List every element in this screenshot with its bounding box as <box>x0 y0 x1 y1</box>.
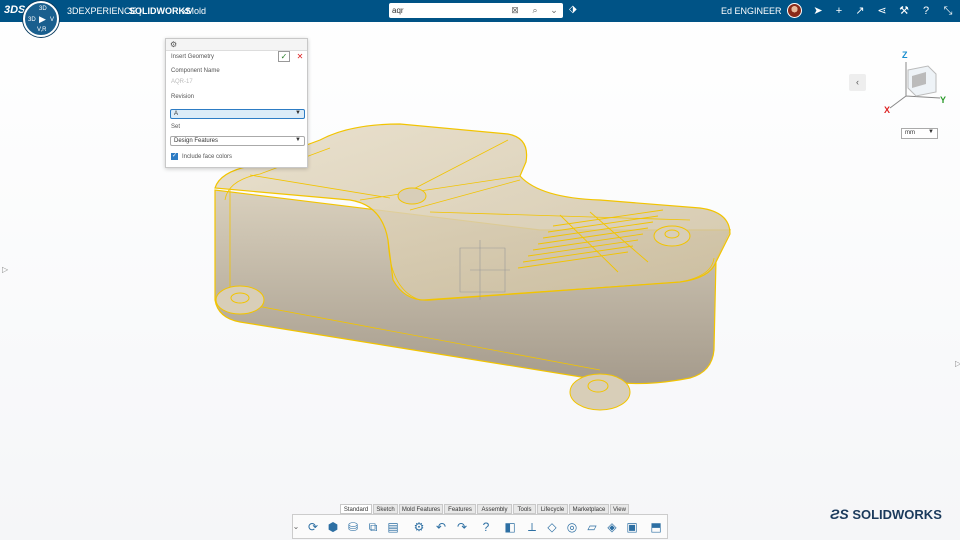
caret-down-icon: ▼ <box>295 137 301 143</box>
axis-y-label: Y <box>940 95 946 105</box>
view-cube[interactable]: Z X Y <box>880 48 950 118</box>
app-name: xMold <box>182 6 207 16</box>
solidworks-logo-text: SOLIDWORKS <box>852 507 942 522</box>
set-value: Design Features <box>174 138 219 144</box>
command-toolbar: ⌄ ⟳ ⬢ ⛁ ⧉ ▤ ⚙ ↶ ↷ ? ◧ ⟂ ◇ ◎ ▱ ◈ ▣ ⬒ <box>292 514 668 539</box>
tools-icon[interactable]: ⚒ <box>896 3 912 19</box>
tab-lifecycle[interactable]: Lifecycle <box>537 504 568 514</box>
share-arrow-icon[interactable]: ↗ <box>852 3 868 19</box>
shut-off-icon[interactable]: ◎ <box>563 518 581 536</box>
ok-button[interactable]: ✓ <box>278 51 290 62</box>
tab-standard[interactable]: Standard <box>340 504 372 514</box>
component-name-field[interactable]: AQR-17 <box>171 79 193 85</box>
axis-z-label: Z <box>902 50 908 60</box>
revision-label: Revision <box>171 94 195 100</box>
compass-arrow-icon[interactable]: ➤ <box>810 3 826 19</box>
mouse-cursor-icon: ▷ <box>955 359 960 368</box>
set-label: Set <box>171 124 181 130</box>
assembly-icon[interactable]: ⧉ <box>364 518 382 536</box>
search-box: ⊠ ⌕ ⌄ <box>389 3 563 18</box>
compass-left: 3D <box>28 17 36 23</box>
tab-tools[interactable]: Tools <box>513 504 536 514</box>
help-icon[interactable]: ? <box>477 518 495 536</box>
panel-icon: ⚙ <box>170 40 178 49</box>
clear-icon[interactable]: ⊠ <box>509 4 521 17</box>
options-icon[interactable]: ▤ <box>384 518 402 536</box>
collapse-icon[interactable]: ⤡ <box>940 3 956 19</box>
tab-sketch[interactable]: Sketch <box>373 504 398 514</box>
compass-top: 3D <box>39 6 47 12</box>
compass-bottom: V,R <box>37 27 47 33</box>
core-icon[interactable]: ▱ <box>583 518 601 536</box>
redo-icon[interactable]: ↷ <box>453 518 471 536</box>
undo-icon[interactable]: ↶ <box>432 518 450 536</box>
cancel-button[interactable]: ✕ <box>295 51 305 62</box>
ds-mark: ƧS <box>830 506 849 522</box>
solidworks-logo: ƧS SOLIDWORKS <box>830 506 942 522</box>
mold-part-model[interactable] <box>0 38 960 498</box>
tab-assembly[interactable]: Assembly <box>477 504 512 514</box>
caret-down-icon: ▼ <box>295 110 301 116</box>
user-name[interactable]: Ed ENGINEER <box>721 6 782 16</box>
play-icon[interactable]: ▶ <box>39 15 46 24</box>
settings-icon[interactable]: ⚙ <box>410 518 428 536</box>
rebuild-icon[interactable]: ⟳ <box>304 518 322 536</box>
top-bar: 3DS 3DEXPERIENCE | SOLIDWORKS xMold ⊠ ⌕ … <box>0 0 960 22</box>
tooling-icon[interactable]: ⬒ <box>647 518 665 536</box>
chevron-down-icon[interactable]: ⌄ <box>548 4 560 17</box>
insert-geometry-panel: ⚙ Insert Geometry ✓ ✕ Component Name AQR… <box>165 38 308 168</box>
units-select[interactable]: mm ▼ <box>901 128 938 139</box>
help-icon[interactable]: ? <box>918 3 934 19</box>
caret-down-icon: ▼ <box>928 129 934 135</box>
expand-left-icon[interactable]: ▷ <box>2 265 8 274</box>
3d-viewport[interactable] <box>0 38 960 498</box>
mold-box-icon[interactable]: ▣ <box>623 518 641 536</box>
panel-header: ⚙ <box>166 39 307 51</box>
toolbar-menu-icon[interactable]: ⌄ <box>292 518 300 536</box>
include-face-colors-label: Include face colors <box>182 154 233 160</box>
cavity-icon[interactable]: ◈ <box>603 518 621 536</box>
set-select[interactable]: Design Features ▼ <box>170 136 305 146</box>
compass-widget[interactable]: 3D 3D ▶ V V,R <box>23 1 59 37</box>
tab-marketplace[interactable]: Marketplace <box>569 504 609 514</box>
parting-line-icon[interactable]: ⟂ <box>523 518 541 536</box>
revision-value: A <box>174 111 179 117</box>
tab-features[interactable]: Features <box>444 504 476 514</box>
compass-right: V <box>50 17 55 23</box>
revision-select[interactable]: A ▼ <box>170 109 305 119</box>
search-input[interactable] <box>392 4 510 17</box>
units-value: mm <box>905 130 915 136</box>
ds-logo[interactable]: 3DS <box>4 4 25 16</box>
tab-mold-features[interactable]: Mold Features <box>399 504 443 514</box>
avatar[interactable] <box>787 3 802 18</box>
plus-icon[interactable]: + <box>831 3 847 19</box>
tooling-split-icon[interactable]: ◧ <box>501 518 519 536</box>
include-face-colors-checkbox[interactable]: ✓ <box>171 153 178 160</box>
panel-title: Insert Geometry <box>171 54 215 60</box>
parting-surface-icon[interactable]: ◇ <box>543 518 561 536</box>
tab-view[interactable]: View <box>610 504 629 514</box>
component-name-label: Component Name <box>171 68 220 74</box>
search-icon[interactable]: ⌕ <box>529 4 541 17</box>
collapse-panel-button[interactable]: ‹ <box>849 74 866 91</box>
part-icon[interactable]: ⬢ <box>324 518 342 536</box>
axis-x-label: X <box>884 105 890 115</box>
tag-icon[interactable]: ⬗ <box>569 4 581 17</box>
save-icon[interactable]: ⛁ <box>344 518 362 536</box>
network-share-icon[interactable]: ⋖ <box>874 3 890 19</box>
